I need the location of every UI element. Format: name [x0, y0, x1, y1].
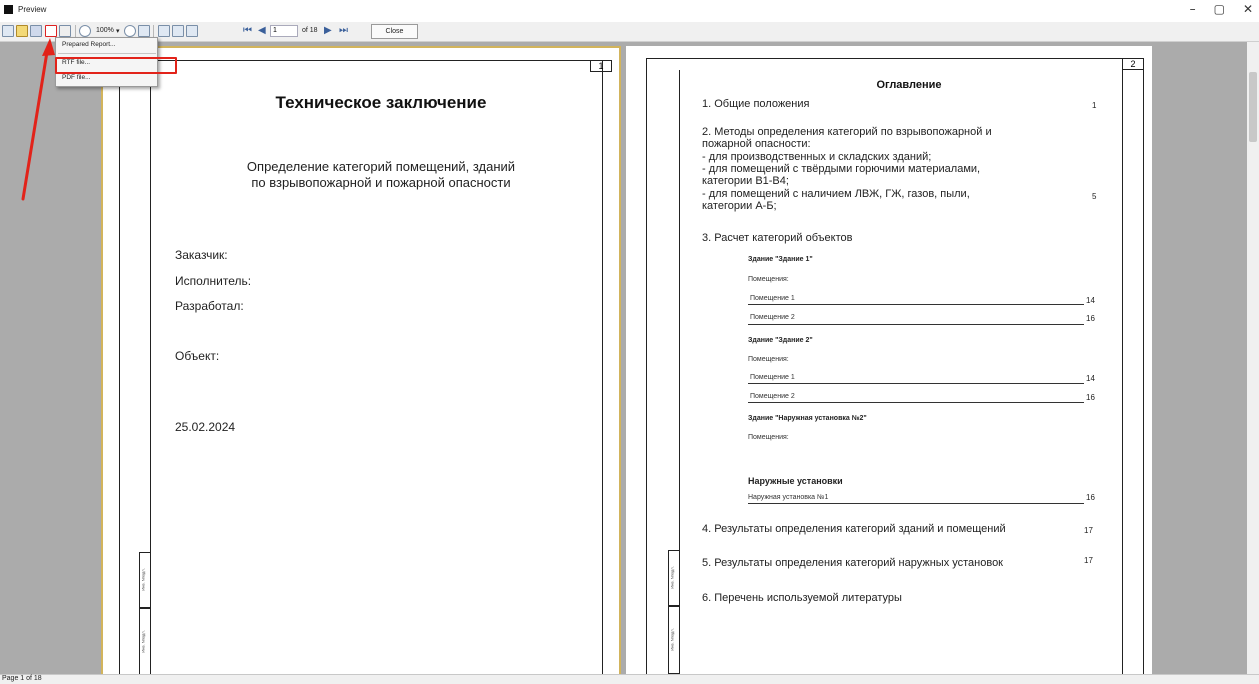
highlight-box — [55, 57, 177, 74]
toc-section-5: 5. Результаты определения категорий нару… — [702, 557, 1003, 569]
page-number: 2 — [1122, 58, 1144, 70]
window-title: Preview — [18, 5, 47, 14]
document-subtitle-line1: Определение категорий помещений, зданий — [246, 159, 516, 174]
toc-leader-line — [748, 324, 1084, 325]
toc-leader-line — [748, 304, 1084, 305]
maximize-button[interactable]: ▢ — [1214, 2, 1225, 16]
minimize-button[interactable]: – — [1190, 2, 1196, 16]
toc-page-number: 17 — [1084, 556, 1093, 565]
zoom-level[interactable]: 100% — [96, 27, 114, 34]
report-page-1: 1 Инв. Nподл. Инв. Nподл. Техническое за… — [101, 46, 621, 676]
toc-section-6: 6. Перечень используемой литературы — [702, 592, 902, 604]
toc-page-number: 16 — [1086, 314, 1095, 323]
print-icon[interactable] — [2, 25, 14, 37]
toc-building-title: Здание "Здание 2" — [748, 337, 813, 344]
vertical-scrollbar[interactable] — [1247, 42, 1259, 674]
report-page-2: 2 Инв. Nподл. Инв. Nподл. Оглавление 1. … — [626, 46, 1152, 674]
executor-label: Исполнитель: — [175, 274, 252, 288]
toc-external-title: Наружные установки — [748, 476, 843, 486]
single-page-icon[interactable] — [158, 25, 170, 37]
zoom-in-icon[interactable] — [79, 25, 91, 37]
customer-label: Заказчик: — [175, 248, 228, 262]
toc-external-item: Наружная установка №1 — [748, 494, 829, 501]
toc-page-number: 14 — [1086, 374, 1095, 383]
pdf-export-icon[interactable] — [45, 25, 57, 37]
menu-item-prepared-report[interactable]: Prepared Report... — [56, 38, 157, 52]
report-date: 25.02.2024 — [175, 420, 236, 434]
toc-section-4: 4. Результаты определения категорий здан… — [702, 523, 1006, 535]
toc-page-number: 1 — [1092, 101, 1097, 110]
stamp-cell: Инв. Nподл. — [668, 550, 680, 606]
toc-building-title: Здание "Здание 1" — [748, 256, 813, 263]
open-icon[interactable] — [16, 25, 28, 37]
stamp-text: Инв. Nподл. — [140, 630, 146, 653]
zoom-out-icon[interactable] — [124, 25, 136, 37]
first-page-icon[interactable]: ⏮ — [243, 25, 252, 36]
last-page-icon[interactable]: ⏭ — [339, 25, 348, 36]
page-setup-icon[interactable] — [186, 25, 198, 37]
status-bar: Page 1 of 18 — [0, 674, 1259, 684]
document-title: Техническое заключение — [275, 93, 487, 112]
page-total: of 18 — [302, 27, 318, 34]
document-subtitle-line2: по взрывопожарной и пожарной опасности — [251, 175, 511, 190]
zoom-dropdown-icon[interactable]: ▾ — [116, 27, 120, 35]
stamp-text: Инв. Nподл. — [669, 628, 675, 651]
stamp-cell: Инв. Nподл. — [139, 608, 151, 676]
page-number-input[interactable]: 1 — [270, 25, 298, 37]
app-icon — [4, 5, 13, 14]
toc-page-number: 16 — [1086, 393, 1095, 402]
page-margin-line — [1122, 70, 1123, 674]
toc-section-2: 2. Методы определения категорий по взрыв… — [702, 126, 992, 138]
toc-title: Оглавление — [876, 79, 942, 91]
toc-section-2-line: - для помещений с твёрдыми горючими мате… — [702, 163, 981, 175]
toc-section-2-line: пожарной опасности: — [702, 138, 811, 150]
find-icon[interactable] — [59, 25, 71, 37]
toolbar: 100% ▾ ⏮ ◀ 1 of 18 ▶ ⏭ Close — [0, 22, 1259, 42]
toc-section-1: 1. Общие положения — [702, 98, 810, 110]
page-number: 1 — [590, 60, 612, 72]
toc-room-item: Помещение 2 — [750, 393, 795, 400]
close-preview-button[interactable]: Close — [371, 24, 418, 39]
toc-page-number: 17 — [1084, 526, 1093, 535]
two-pages-icon[interactable] — [172, 25, 184, 37]
toc-section-2-line: - для помещений с наличием ЛВЖ, ГЖ, газо… — [702, 188, 970, 200]
toc-leader-line — [748, 503, 1084, 504]
prev-page-icon[interactable]: ◀ — [258, 25, 266, 36]
toc-page-number: 5 — [1092, 192, 1097, 201]
toc-rooms-label: Помещения: — [748, 356, 789, 363]
scrollbar-thumb[interactable] — [1249, 72, 1257, 142]
toc-room-item: Помещение 1 — [750, 295, 795, 302]
menu-separator — [58, 53, 156, 54]
developer-label: Разработал: — [175, 299, 244, 313]
toc-rooms-label: Помещения: — [748, 276, 789, 283]
toc-building-title: Здание "Наружная установка №2" — [748, 415, 867, 422]
stamp-text: Инв. Nподл. — [140, 568, 146, 591]
save-icon[interactable] — [30, 25, 42, 37]
title-bar: Preview – ▢ ✕ — [0, 0, 1259, 22]
toc-leader-line — [748, 402, 1084, 403]
close-window-button[interactable]: ✕ — [1243, 2, 1253, 16]
toc-page-number: 16 — [1086, 493, 1095, 502]
toc-room-item: Помещение 2 — [750, 314, 795, 321]
toc-room-item: Помещение 1 — [750, 374, 795, 381]
toc-rooms-label: Помещения: — [748, 434, 789, 441]
toc-section-3: 3. Расчет категорий объектов — [702, 232, 853, 244]
toc-page-number: 14 — [1086, 296, 1095, 305]
stamp-cell: Инв. Nподл. — [139, 552, 151, 608]
page-frame — [119, 60, 603, 674]
toc-section-2-line: - для производственных и складских здани… — [702, 151, 932, 163]
toc-section-2-line: категории В1-В4; — [702, 175, 789, 187]
toc-leader-line — [748, 383, 1084, 384]
stamp-text: Инв. Nподл. — [669, 566, 675, 589]
toc-section-2-line: категории А-Б; — [702, 200, 777, 212]
stamp-cell: Инв. Nподл. — [668, 606, 680, 674]
next-page-icon[interactable]: ▶ — [324, 25, 332, 36]
object-label: Объект: — [175, 349, 220, 363]
page-view-icon[interactable] — [138, 25, 150, 37]
window-controls: – ▢ ✕ — [1190, 2, 1253, 16]
